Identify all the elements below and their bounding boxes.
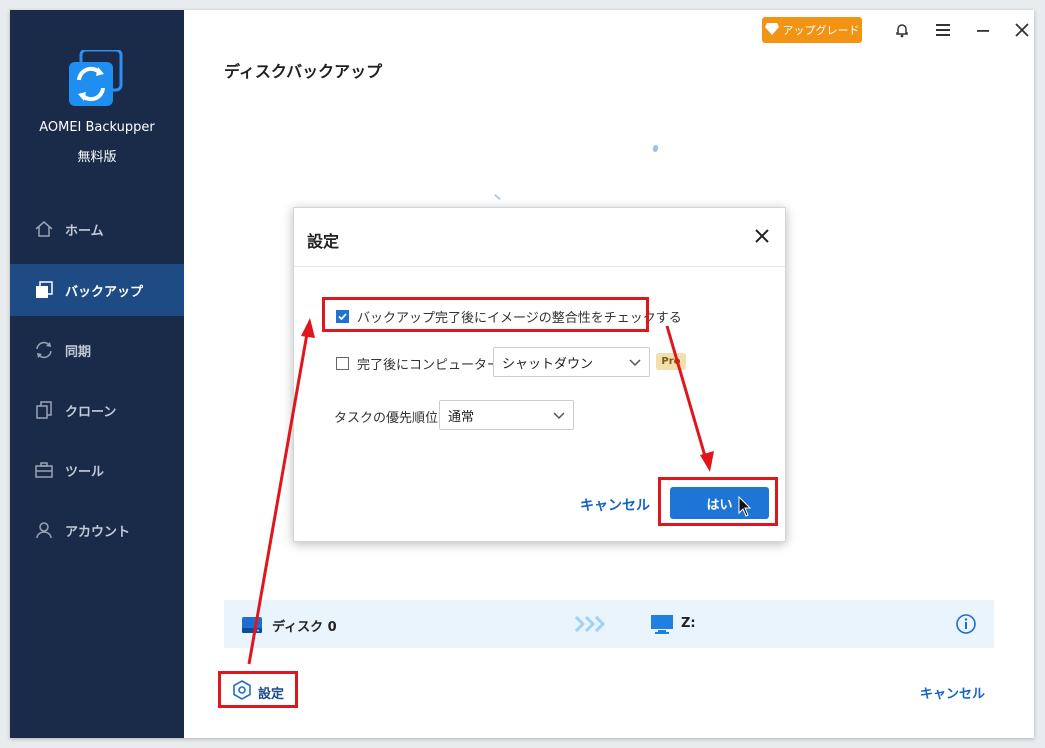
chevron-down-icon [553,409,565,425]
backup-icon [33,279,55,301]
sidebar-item-label: ツール [65,464,105,480]
sidebar-item-sync[interactable]: 同期 [10,324,184,376]
dialog-cancel-button[interactable]: キャンセル [580,495,650,515]
sidebar: AOMEI Backupper 無料版 ホーム バックアップ 同期 クローン ツ… [10,10,184,738]
shutdown-option[interactable]: 完了後にコンピューターを [336,354,513,373]
loading-fragment [494,193,501,201]
dialog-title: 設定 [307,232,340,251]
sidebar-item-clone[interactable]: クローン [10,384,184,436]
app-edition: 無料版 [77,150,117,165]
page-title: ディスクバックアップ [224,62,383,81]
home-icon [33,218,55,240]
priority-select-value: 通常 [448,409,475,425]
highlight-verify-option [322,297,649,332]
cancel-button[interactable]: キャンセル [920,683,985,702]
dialog-close-icon[interactable] [753,227,773,247]
arrow-right-icon [574,615,606,637]
disk-icon [241,613,263,639]
monitor-icon [650,613,674,639]
sidebar-item-label: ホーム [65,223,104,239]
sidebar-item-backup[interactable]: バックアップ [10,264,184,316]
bell-icon[interactable] [892,20,912,40]
shutdown-label: 完了後にコンピューターを [357,358,514,373]
backup-path-bar: ディスク 0 Z: [224,600,994,648]
sidebar-item-tools[interactable]: ツール [10,444,184,496]
sidebar-item-label: クローン [65,404,117,420]
sidebar-item-account[interactable]: アカウント [10,504,184,556]
source-disk-label[interactable]: ディスク 0 [272,616,337,635]
upgrade-label: アップグレード [782,24,860,37]
menu-icon[interactable] [933,20,953,40]
priority-label: タスクの優先順位 [334,411,439,426]
minimize-icon[interactable] [973,20,993,40]
shutdown-checkbox[interactable] [336,357,349,370]
highlight-ok-button [658,477,778,526]
info-icon[interactable] [955,613,977,639]
priority-select[interactable]: 通常 [439,400,574,430]
sidebar-item-label: アカウント [65,524,131,540]
sidebar-item-label: バックアップ [65,284,144,300]
pro-badge: Pro [656,353,686,370]
shutdown-select[interactable]: シャットダウン [493,347,650,377]
chevron-down-icon [629,356,641,372]
highlight-settings-button [218,671,298,708]
priority-row: タスクの優先順位 [334,407,438,426]
account-icon [33,519,55,541]
clone-icon [33,399,55,421]
destination-label[interactable]: Z: [681,616,696,631]
loading-fragment [652,144,659,153]
upgrade-button[interactable]: アップグレード [762,17,862,43]
shutdown-select-value: シャットダウン [502,356,594,372]
sync-icon [33,339,55,361]
close-window-icon[interactable] [1012,20,1032,40]
dialog-header: 設定 [294,208,785,267]
app-name: AOMEI Backupper [39,120,155,135]
sidebar-item-label: 同期 [65,344,92,360]
diamond-icon [764,22,779,38]
app-logo-icon [65,48,125,108]
tools-icon [33,459,55,481]
sidebar-item-home[interactable]: ホーム [10,203,184,255]
